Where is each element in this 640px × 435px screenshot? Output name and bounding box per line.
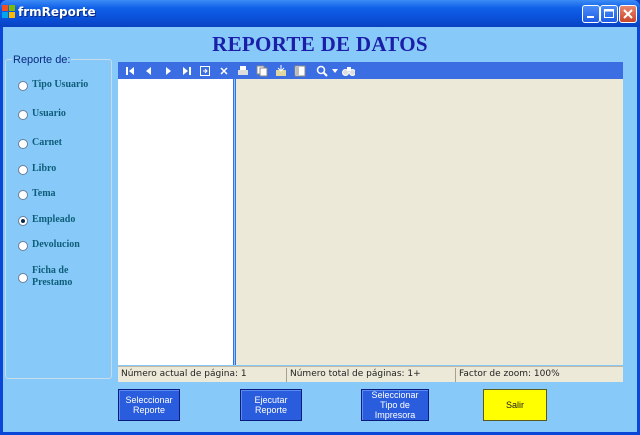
run-report-button[interactable]: Ejecutar Reporte [240, 389, 302, 421]
radio-indicator[interactable] [18, 139, 28, 149]
export-icon[interactable] [274, 64, 287, 77]
select-printer-button[interactable]: Seleccionar Tipo de Impresora [361, 389, 429, 421]
previous-page-icon[interactable] [142, 64, 155, 77]
exit-button[interactable]: Salir [483, 389, 547, 421]
radio-label: Devolucion [32, 239, 80, 250]
maximize-icon [604, 9, 614, 18]
total-pages-status: Número total de páginas: 1+ [287, 368, 456, 382]
report-viewer: Número actual de página: 1 Número total … [118, 62, 623, 382]
radio-indicator[interactable] [18, 110, 28, 120]
radio-indicator[interactable] [18, 190, 28, 200]
close-button[interactable] [619, 5, 637, 23]
radio-label: Carnet [32, 137, 62, 148]
close-icon [623, 9, 633, 19]
radio-ficha-de-prestamo[interactable]: Ficha de Prestamo [18, 265, 102, 289]
radio-label: Usuario [32, 108, 66, 119]
zoom-icon[interactable] [315, 64, 328, 77]
title-bar[interactable]: frmReporte [0, 0, 640, 27]
radio-libro[interactable]: Libro [18, 163, 102, 175]
minimize-icon [587, 16, 594, 18]
radio-indicator-selected[interactable] [18, 216, 28, 226]
radio-label: Ficha de Prestamo [32, 265, 73, 288]
radio-indicator[interactable] [18, 165, 28, 175]
last-page-icon[interactable] [180, 64, 193, 77]
stop-icon[interactable] [217, 64, 230, 77]
next-page-icon[interactable] [161, 64, 174, 77]
form-client-area: REPORTE DE DATOS Reporte de: Tipo Usuari… [3, 27, 637, 432]
go-to-page-icon[interactable] [198, 64, 211, 77]
viewer-toolbar [118, 62, 623, 79]
radio-devolucion[interactable]: Devolucion [18, 239, 102, 251]
first-page-icon[interactable] [123, 64, 136, 77]
radio-indicator[interactable] [18, 273, 28, 283]
radio-carnet[interactable]: Carnet [18, 137, 102, 149]
radio-indicator[interactable] [18, 241, 28, 251]
report-page-area[interactable] [235, 79, 623, 365]
toggle-tree-icon[interactable] [293, 64, 306, 77]
find-icon[interactable] [342, 64, 355, 77]
radio-empleado[interactable]: Empleado [18, 214, 102, 226]
group-tree-panel[interactable] [118, 79, 234, 365]
radio-label: Libro [32, 163, 57, 174]
minimize-button[interactable] [582, 5, 600, 23]
radio-tipo-usuario[interactable]: Tipo Usuario [18, 79, 102, 91]
print-icon[interactable] [236, 64, 249, 77]
page-title: REPORTE DE DATOS [212, 32, 428, 56]
radio-tema[interactable]: Tema [18, 188, 102, 200]
current-page-status: Número actual de página: 1 [118, 368, 287, 382]
radio-label: Empleado [32, 214, 76, 225]
radio-label: Tema [32, 188, 56, 199]
radio-label: Tipo Usuario [32, 79, 89, 90]
radio-usuario[interactable]: Usuario [18, 108, 102, 120]
copy-icon[interactable] [255, 64, 268, 77]
zoom-status: Factor de zoom: 100% [459, 369, 560, 379]
radio-indicator[interactable] [18, 81, 28, 91]
zoom-dropdown-icon[interactable] [331, 64, 338, 77]
maximize-button[interactable] [600, 5, 618, 23]
app-icon [2, 5, 15, 18]
window-title: frmReporte [18, 5, 96, 19]
select-report-button[interactable]: Seleccionar Reporte [118, 389, 180, 421]
group-legend: Reporte de: [12, 54, 72, 66]
viewer-status-bar: Número actual de página: 1 Número total … [118, 366, 623, 382]
report-type-group: Reporte de: Tipo Usuario Usuario Carnet … [5, 54, 112, 379]
window: frmReporte REPORTE DE DATOS Reporte de: … [0, 0, 640, 435]
